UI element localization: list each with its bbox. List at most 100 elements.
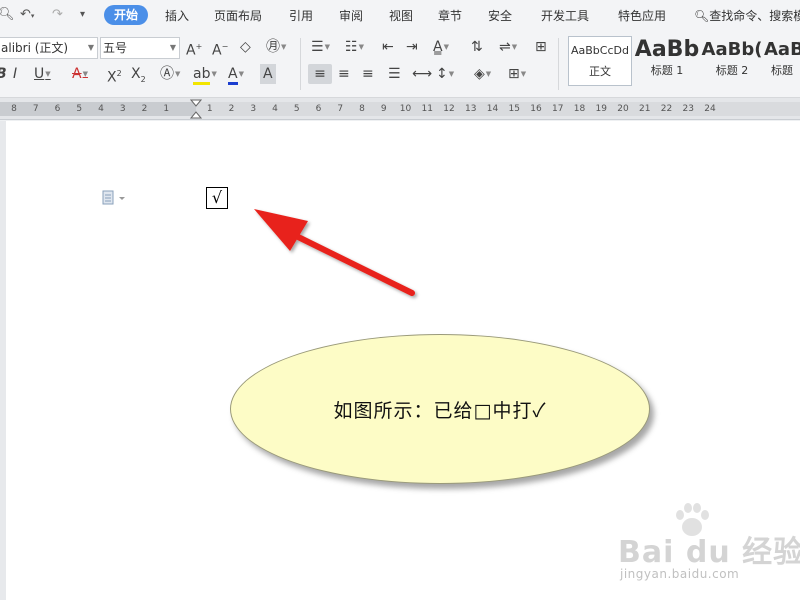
borders-icon[interactable]: ⊞▼ xyxy=(508,64,526,84)
tab-insert[interactable]: 插入 xyxy=(165,8,189,24)
callout-text: 如图所示：已给□中打✓ xyxy=(333,399,547,422)
justify-icon[interactable]: ☰ xyxy=(388,64,401,84)
style-name: 正文 xyxy=(589,65,611,78)
ruler-tick: 19 xyxy=(595,104,607,114)
ruler-tick: 4 xyxy=(272,104,278,114)
ribbon-toolbar: alibri (正文) ▼ 五号 ▼ A+ A− ◇ ㊊▼ B I U▼ A▼ … xyxy=(0,32,800,98)
chinese-layout-icon[interactable]: A̳▼ xyxy=(433,37,449,57)
bold-icon[interactable]: B xyxy=(0,64,7,84)
ruler-tick: 5 xyxy=(293,104,300,114)
strikethrough-icon[interactable]: A▼ xyxy=(72,64,88,84)
divider xyxy=(558,38,559,90)
callout-ellipse: 如图所示：已给□中打✓ xyxy=(230,334,650,484)
ruler-tick: 11 xyxy=(421,104,433,114)
numbered-list-icon[interactable]: ☷▼ xyxy=(345,37,364,57)
style-sample: AaBb( xyxy=(701,39,763,60)
align-right-icon[interactable]: ≡ xyxy=(362,64,374,84)
font-color-icon[interactable]: A▼ xyxy=(228,64,244,85)
character-shading-icon[interactable]: A xyxy=(260,64,276,84)
phonetic-guide-icon[interactable]: ㊊▼ xyxy=(266,37,286,57)
line-spacing-icon[interactable]: ↕▼ xyxy=(436,64,454,84)
style-heading[interactable]: AaB 标题 xyxy=(764,36,800,86)
font-size-select[interactable]: 五号 ▼ xyxy=(100,37,180,59)
document-page[interactable]: √ 如图所示：已给□中打✓ Bai du 经验 jingyan.baidu.co… xyxy=(6,121,800,600)
ruler-tick: 15 xyxy=(508,104,520,114)
style-heading-1[interactable]: AaBb 标题 1 xyxy=(634,36,700,86)
style-name: 标题 1 xyxy=(650,64,684,77)
document-workspace: √ 如图所示：已给□中打✓ Bai du 经验 jingyan.baidu.co… xyxy=(0,121,800,600)
underline-icon[interactable]: U▼ xyxy=(34,64,51,84)
font-size-value: 五号 xyxy=(103,41,128,55)
indent-marker-icon[interactable] xyxy=(190,98,202,120)
increase-indent-icon[interactable]: ⇥ xyxy=(406,37,418,57)
ruler-tick: 14 xyxy=(486,104,499,114)
paragraph-options-icon[interactable] xyxy=(102,190,128,206)
text-effect-icon[interactable]: Ⓐ▼ xyxy=(160,64,180,84)
tab-developer[interactable]: 开发工具 xyxy=(541,8,589,24)
superscript-icon[interactable]: X2 xyxy=(107,64,122,88)
ruler-tick: 7 xyxy=(32,104,39,114)
subscript-icon[interactable]: X2 xyxy=(131,64,146,90)
tab-home[interactable]: 开始 xyxy=(104,5,149,25)
table-grid-icon[interactable]: ⊞ xyxy=(535,37,547,57)
baidu-watermark: Bai du 经验 jingyan.baidu.com xyxy=(606,503,800,581)
command-search[interactable]: 🔍︎查找命令、搜索模 xyxy=(694,7,800,24)
tab-security[interactable]: 安全 xyxy=(488,8,512,24)
ruler-tick: 16 xyxy=(530,104,542,114)
ruler-tick: 1 xyxy=(206,104,213,114)
show-marks-icon[interactable]: ⇌▼ xyxy=(499,37,517,57)
shading-icon[interactable]: ◈▼ xyxy=(474,64,491,84)
style-normal[interactable]: AaBbCcDd 正文 xyxy=(568,36,632,86)
sort-icon[interactable]: ⇅ xyxy=(471,37,483,57)
redo-icon[interactable]: ↷ xyxy=(52,6,63,24)
tab-references[interactable]: 引用 xyxy=(289,8,313,24)
ruler-tick: 13 xyxy=(465,104,477,114)
align-left-icon[interactable]: ≡ xyxy=(308,64,332,84)
search-icon: 🔍︎ xyxy=(694,9,710,23)
decrease-indent-icon[interactable]: ⇤ xyxy=(382,37,394,57)
tab-page-layout[interactable]: 页面布局 xyxy=(214,8,262,24)
checked-box-symbol: √ xyxy=(206,187,228,209)
quick-access-more-icon[interactable]: ▾ xyxy=(80,6,85,24)
distribute-icon[interactable]: ⟷ xyxy=(412,64,432,84)
ruler-tick: 5 xyxy=(76,104,83,114)
ruler-tick: 9 xyxy=(380,104,387,114)
ruler-tick: 6 xyxy=(315,104,322,114)
horizontal-ruler[interactable]: 8 7 6 5 4 3 2 1 1 2 3 4 5 6 7 8 9 10 11 12 13 14 15 16 17 18 19 20 2… xyxy=(0,98,800,120)
ruler-tick: 17 xyxy=(552,104,564,114)
italic-icon[interactable]: I xyxy=(13,64,17,84)
menu-bar: 🔍︎ ↶▾ ↷ ▾ 开始 插入 页面布局 引用 审阅 视图 章节 安全 开发工具… xyxy=(0,0,800,32)
watermark-main-text: Bai du 经验 xyxy=(618,535,800,570)
ruler-tick: 3 xyxy=(119,104,126,114)
command-search-text: 查找命令、搜索模 xyxy=(709,9,800,23)
bullet-list-icon[interactable]: ☰▼ xyxy=(311,37,330,57)
style-sample: AaBb xyxy=(634,37,700,62)
tab-review[interactable]: 审阅 xyxy=(339,8,363,24)
ruler-tick: 6 xyxy=(54,104,61,114)
shrink-font-icon[interactable]: A− xyxy=(212,37,228,61)
ruler-tick: 20 xyxy=(617,104,629,114)
ruler-tick: 1 xyxy=(163,104,170,114)
undo-icon[interactable]: ↶▾ xyxy=(20,6,34,25)
tab-chapter[interactable]: 章节 xyxy=(438,8,462,24)
tab-special-apps[interactable]: 特色应用 xyxy=(618,8,666,24)
style-heading-2[interactable]: AaBb( 标题 2 xyxy=(700,36,764,86)
grow-font-icon[interactable]: A+ xyxy=(186,37,202,61)
font-name-select[interactable]: alibri (正文) ▼ xyxy=(0,37,98,59)
style-name: 标题 2 xyxy=(715,64,749,77)
ruler-tick: 8 xyxy=(11,104,17,114)
styles-gallery: AaBbCcDd 正文 AaBb 标题 1 AaBb( 标题 2 AaB 标题 xyxy=(564,36,800,88)
style-name: 标题 xyxy=(771,64,793,77)
font-name-value: alibri (正文) xyxy=(1,41,69,55)
align-center-icon[interactable]: ≡ xyxy=(338,64,350,84)
red-arrow-annotation xyxy=(254,209,415,296)
divider xyxy=(300,38,301,90)
highlight-icon[interactable]: ab▼ xyxy=(193,64,217,85)
ruler-tick: 12 xyxy=(443,104,455,114)
watermark-url-text: jingyan.baidu.com xyxy=(620,567,740,581)
search-doc-icon[interactable]: 🔍︎ xyxy=(0,6,15,24)
tab-view[interactable]: 视图 xyxy=(389,8,413,24)
ruler-tick: 7 xyxy=(337,104,344,114)
ruler-tick: 2 xyxy=(141,104,148,114)
clear-format-icon[interactable]: ◇ xyxy=(240,37,251,57)
